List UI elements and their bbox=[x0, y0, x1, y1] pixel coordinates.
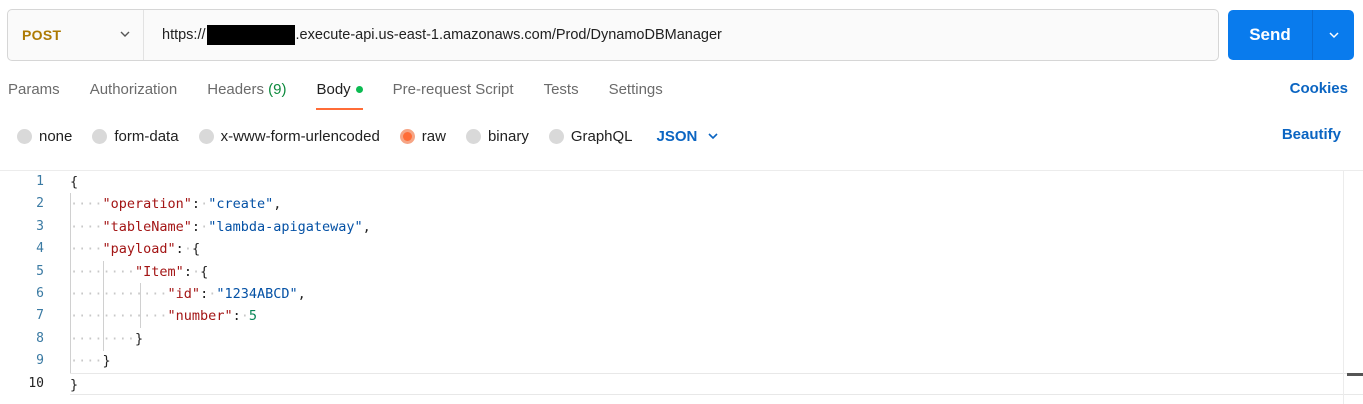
redacted-block bbox=[206, 25, 295, 45]
tab-pre-request-script[interactable]: Pre-request Script bbox=[393, 80, 514, 110]
tab-label: Authorization bbox=[89, 81, 178, 98]
tab-label: Body bbox=[316, 81, 351, 98]
option-label: raw bbox=[421, 127, 446, 145]
radio-selected-icon bbox=[399, 128, 415, 144]
tab-params[interactable]: Params bbox=[8, 80, 60, 110]
send-button[interactable]: Send bbox=[1228, 25, 1312, 45]
body-indicator-dot bbox=[355, 85, 363, 93]
code-line: ····"payload":·{ bbox=[70, 241, 201, 258]
body-editor[interactable]: 1 2 3 4 5 6 7 8 9 10 { ····"operation":·… bbox=[0, 170, 1363, 404]
body-type-options: none form-data x-www-form-urlencoded raw… bbox=[17, 126, 719, 146]
language-selector[interactable]: JSON bbox=[657, 128, 720, 145]
json-string: "lambda-apigateway" bbox=[208, 218, 363, 235]
line-number: 4 bbox=[36, 241, 44, 257]
radio-icon bbox=[17, 128, 32, 144]
option-label: x-www-form-urlencoded bbox=[220, 127, 380, 145]
line-number: 6 bbox=[36, 285, 44, 301]
json-number: 5 bbox=[248, 308, 257, 325]
chevron-down-icon bbox=[120, 31, 130, 37]
method-label: POST bbox=[22, 27, 62, 43]
chevron-down-icon bbox=[708, 133, 718, 140]
code-line: ····"operation":·"create", bbox=[70, 196, 282, 213]
url-prefix: https:// bbox=[162, 27, 206, 43]
code-line: ····} bbox=[70, 353, 111, 370]
editor-scrollbar[interactable] bbox=[1343, 171, 1363, 404]
radio-icon bbox=[548, 128, 564, 144]
request-bar: POST https:// .execute-api.us-east-1.ama… bbox=[7, 9, 1219, 61]
radio-icon bbox=[198, 128, 214, 144]
request-tabs: Params Authorization Headers (9) Body Pr… bbox=[8, 80, 693, 110]
beautify-button[interactable]: Beautify bbox=[1282, 126, 1341, 143]
body-type-none[interactable]: none bbox=[17, 128, 72, 145]
send-button-group: Send bbox=[1228, 10, 1354, 60]
json-key: "payload" bbox=[102, 241, 176, 258]
tab-label: Pre-request Script bbox=[392, 81, 514, 98]
option-label: none bbox=[39, 127, 73, 145]
code-line-current: } bbox=[70, 372, 1363, 395]
body-type-graphql[interactable]: GraphQL bbox=[548, 127, 633, 145]
line-number: 7 bbox=[36, 308, 44, 324]
tab-settings[interactable]: Settings bbox=[609, 80, 663, 110]
scrollbar-marker bbox=[1347, 373, 1363, 376]
json-key: "tableName" bbox=[102, 218, 192, 235]
tab-label: Headers bbox=[207, 81, 264, 98]
tab-tests[interactable]: Tests bbox=[544, 80, 579, 110]
line-number: 8 bbox=[36, 330, 44, 346]
tab-authorization[interactable]: Authorization bbox=[90, 80, 178, 110]
tab-label: Settings bbox=[608, 81, 663, 98]
radio-icon bbox=[465, 128, 481, 144]
json-string: "create" bbox=[208, 196, 274, 213]
json-key: "Item" bbox=[135, 263, 184, 280]
line-number: 5 bbox=[36, 263, 44, 279]
headers-count: (9) bbox=[268, 81, 287, 98]
tab-headers[interactable]: Headers (9) bbox=[207, 80, 286, 110]
line-number: 1 bbox=[36, 174, 44, 189]
code-line: ············"number":·5 bbox=[70, 308, 257, 325]
tab-label: Params bbox=[8, 81, 60, 98]
cookies-link[interactable]: Cookies bbox=[1290, 80, 1348, 97]
method-selector[interactable]: POST bbox=[8, 10, 144, 60]
send-options-button[interactable] bbox=[1313, 29, 1354, 41]
body-type-form-data[interactable]: form-data bbox=[92, 127, 179, 145]
url-input[interactable]: https:// .execute-api.us-east-1.amazonaw… bbox=[144, 25, 722, 45]
body-type-raw[interactable]: raw bbox=[399, 127, 446, 145]
code-area[interactable]: { ····"operation":·"create", ····"tableN… bbox=[70, 171, 1363, 395]
json-key: "number" bbox=[167, 308, 233, 325]
chevron-down-icon bbox=[1328, 32, 1339, 39]
line-number: 9 bbox=[36, 353, 44, 369]
tab-body[interactable]: Body bbox=[316, 80, 363, 110]
option-label: GraphQL bbox=[570, 127, 633, 145]
language-label: JSON bbox=[656, 127, 698, 145]
option-label: binary bbox=[487, 127, 529, 145]
line-number: 10 bbox=[28, 375, 44, 391]
body-type-binary[interactable]: binary bbox=[465, 127, 529, 145]
option-label: form-data bbox=[114, 127, 179, 145]
radio-icon bbox=[92, 128, 108, 144]
json-key: "operation" bbox=[102, 196, 192, 213]
line-number-gutter: 1 2 3 4 5 6 7 8 9 10 bbox=[0, 171, 60, 395]
line-number: 2 bbox=[36, 196, 44, 212]
code-line: ········} bbox=[70, 330, 144, 347]
json-string: "1234ABCD" bbox=[216, 285, 298, 302]
line-number: 3 bbox=[36, 218, 44, 234]
code-line: ········"Item":·{ bbox=[70, 263, 209, 280]
code-line: { bbox=[70, 174, 79, 190]
body-type-urlencoded[interactable]: x-www-form-urlencoded bbox=[198, 127, 380, 145]
url-suffix: .execute-api.us-east-1.amazonaws.com/Pro… bbox=[295, 27, 722, 43]
code-line: ············"id":·"1234ABCD", bbox=[70, 285, 306, 302]
tab-label: Tests bbox=[543, 81, 579, 98]
code-line: ····"tableName":·"lambda-apigateway", bbox=[70, 218, 371, 235]
json-key: "id" bbox=[167, 285, 201, 302]
